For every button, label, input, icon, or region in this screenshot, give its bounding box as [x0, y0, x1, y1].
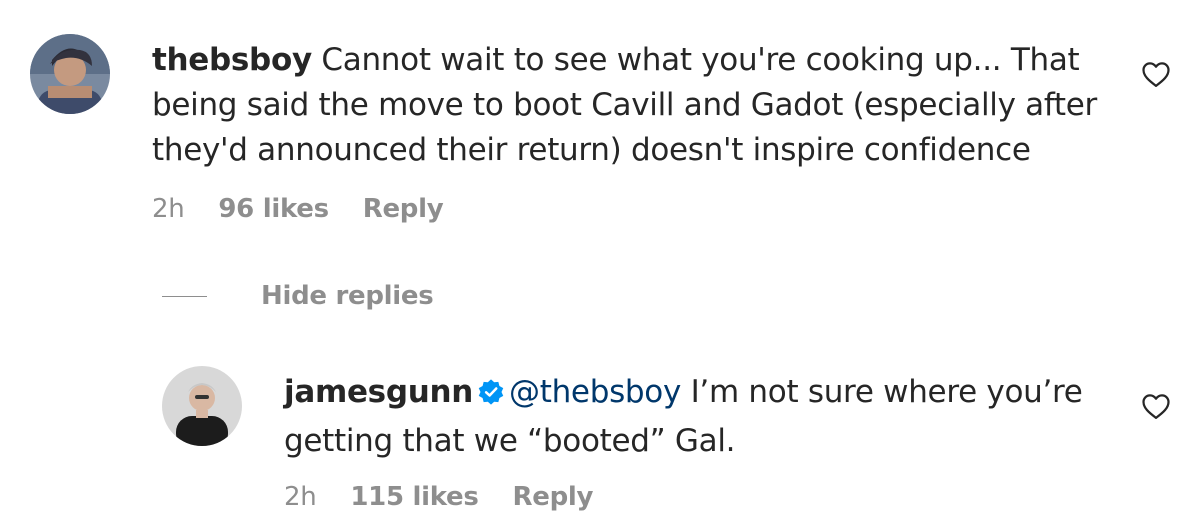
- reply-line-2: getting that we “booted” Gal.: [284, 423, 736, 459]
- avatar-jamesgunn[interactable]: [162, 366, 242, 446]
- hide-replies-divider: [162, 295, 207, 297]
- verified-badge-icon: [477, 374, 505, 419]
- reply-mention-link[interactable]: @thebsboy: [509, 374, 681, 410]
- reply-likes[interactable]: 115 likes: [350, 482, 478, 512]
- heart-icon[interactable]: [1141, 392, 1171, 424]
- hide-replies-toggle[interactable]: Hide replies: [162, 276, 434, 316]
- hide-replies-label: Hide replies: [261, 281, 434, 311]
- comment-line-3: they'd announced their return) doesn't i…: [152, 132, 1031, 168]
- heart-icon[interactable]: [1141, 60, 1171, 92]
- comment-meta: 2h 96 likes Reply: [152, 194, 469, 224]
- comment-time: 2h: [152, 194, 185, 224]
- reply-text: jamesgunn @thebsboy I’m not sure where yo…: [284, 370, 1083, 464]
- reply-reply-button[interactable]: Reply: [513, 482, 594, 512]
- comment-reply-button[interactable]: Reply: [363, 194, 444, 224]
- comment-line-1: Cannot wait to see what you're cooking u…: [321, 42, 1080, 78]
- comment-line-2: being said the move to boot Cavill and G…: [152, 87, 1098, 123]
- comment-text: thebsboy Cannot wait to see what you're …: [152, 38, 1097, 173]
- comment-username[interactable]: thebsboy: [152, 42, 312, 78]
- reply-time: 2h: [284, 482, 317, 512]
- reply-line-1: I’m not sure where you’re: [681, 374, 1083, 410]
- reply-meta: 2h 115 likes Reply: [284, 482, 619, 512]
- avatar-thebsboy[interactable]: [30, 34, 110, 114]
- reply-username[interactable]: jamesgunn: [284, 374, 473, 410]
- comment-likes[interactable]: 96 likes: [218, 194, 329, 224]
